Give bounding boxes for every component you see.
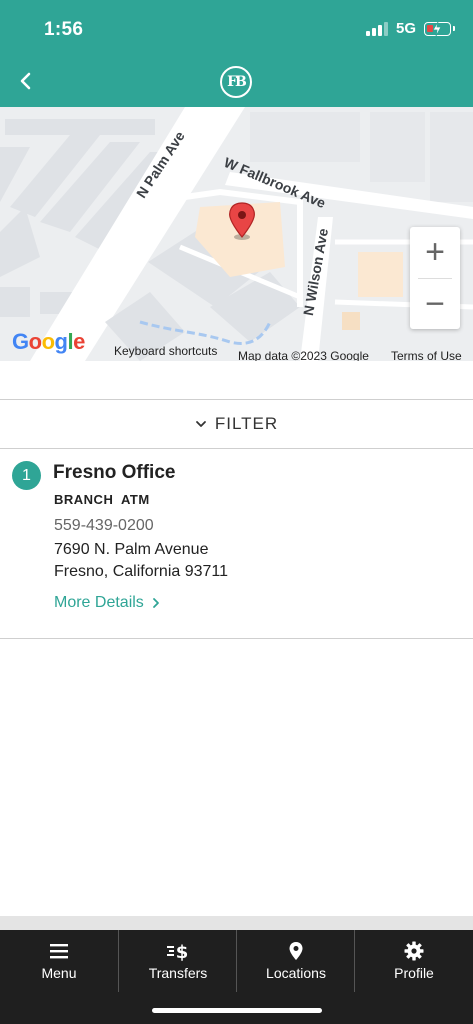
more-details-label: More Details <box>54 594 144 611</box>
nav-menu[interactable]: Menu <box>0 930 118 992</box>
nav-locations[interactable]: Locations <box>237 930 355 992</box>
map-data-attribution: Map data ©2023 Google <box>238 349 369 361</box>
location-list-item: 1 Fresno Office BRANCH ATM 559-439-0200 … <box>0 449 473 639</box>
nav-profile-label: Profile <box>394 965 434 981</box>
chevron-down-icon <box>195 421 206 427</box>
map-view[interactable]: N Palm Ave W Fallbrook Ave N Wilson Ave … <box>0 107 473 361</box>
location-address-line2: Fresno, California 93711 <box>54 563 229 580</box>
app-screen: 1:56 5G FB N Palm Ave W Fallbrook Ave N … <box>0 0 473 1024</box>
bottom-nav: Menu $ Transfers Locations Profile <box>0 930 473 1024</box>
filter-toggle[interactable]: FILTER <box>0 399 473 449</box>
content-bottom-divider <box>0 916 473 930</box>
location-number-badge: 1 <box>12 461 41 490</box>
filter-label: FILTER <box>214 414 279 433</box>
status-icons: 5G <box>365 20 455 37</box>
zoom-in-button[interactable]: + <box>410 227 460 277</box>
menu-icon <box>50 944 68 959</box>
battery-icon <box>424 21 455 36</box>
nav-transfers-label: Transfers <box>148 965 208 981</box>
chevron-left-icon <box>20 72 31 90</box>
map-tiles <box>0 107 473 361</box>
back-button[interactable] <box>14 66 40 96</box>
more-details-link[interactable]: More Details <box>54 594 160 612</box>
location-phone-link[interactable]: 559-439-0200 <box>54 517 154 535</box>
nav-transfers[interactable]: $ Transfers <box>119 930 237 992</box>
svg-text:$: $ <box>176 942 189 961</box>
zoom-out-button[interactable]: − <box>410 279 460 329</box>
gear-icon <box>404 941 424 961</box>
location-address-line1: 7690 N. Palm Avenue <box>54 541 209 558</box>
status-time: 1:56 <box>44 19 84 40</box>
chevron-right-icon <box>152 598 159 608</box>
app-header: 1:56 5G FB <box>0 0 473 107</box>
nav-locations-label: Locations <box>266 965 326 981</box>
zoom-controls: + − <box>410 227 460 329</box>
network-type: 5G <box>395 20 416 37</box>
location-tags: BRANCH ATM <box>54 492 150 507</box>
home-indicator[interactable] <box>152 1008 322 1013</box>
signal-icon <box>365 21 388 36</box>
terms-of-use-link[interactable]: Terms of Use <box>391 349 462 361</box>
keyboard-shortcuts-link[interactable]: Keyboard shortcuts <box>114 344 217 358</box>
location-pin-icon <box>289 942 303 960</box>
bank-logo: FB <box>220 66 252 98</box>
location-name: Fresno Office <box>53 462 176 483</box>
nav-menu-label: Menu <box>41 965 77 981</box>
google-logo: Google <box>12 329 85 354</box>
transfers-icon: $ <box>167 942 189 961</box>
nav-profile[interactable]: Profile <box>355 930 473 992</box>
